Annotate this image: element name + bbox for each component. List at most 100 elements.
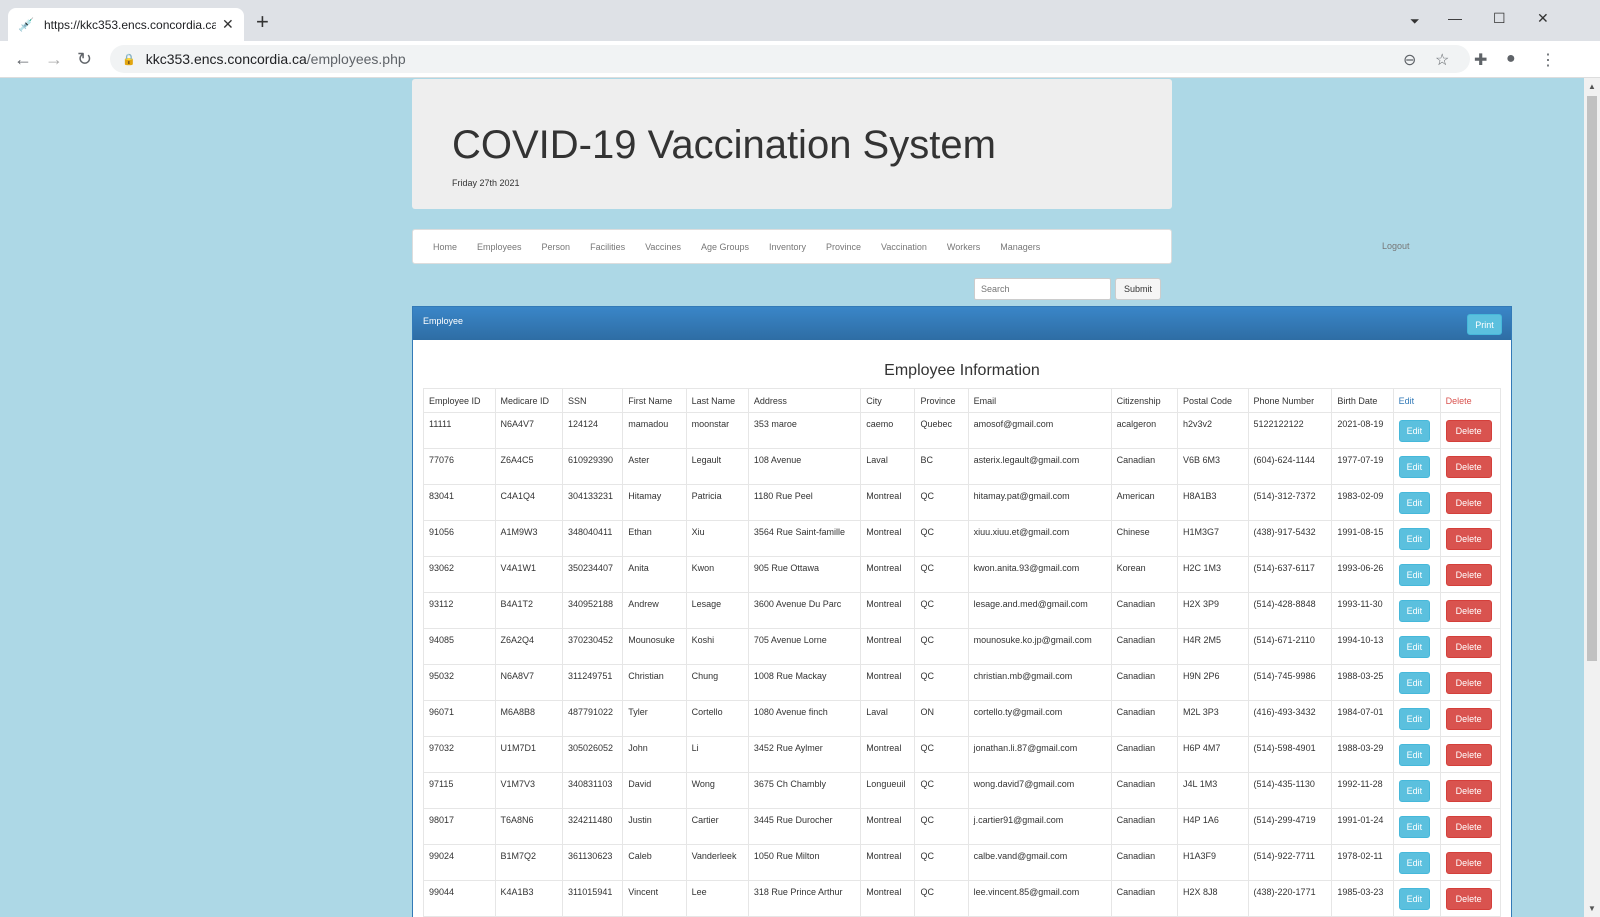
- table-cell: American: [1110, 484, 1179, 521]
- scroll-up-icon[interactable]: ▲: [1588, 82, 1596, 91]
- logout-link[interactable]: Logout: [1382, 241, 1410, 251]
- browser-tab-strip: 💉 https://kkc353.encs.concordia.ca ✕ + ⏷…: [0, 0, 1600, 41]
- nav-workers[interactable]: Workers: [937, 242, 990, 252]
- table-cell: (514)-671-2110: [1247, 628, 1333, 665]
- tab-search-icon[interactable]: ⏷: [1410, 14, 1420, 29]
- delete-button[interactable]: Delete: [1445, 852, 1492, 874]
- delete-button[interactable]: Delete: [1445, 492, 1492, 514]
- table-cell: 3675 Ch Chambly: [747, 772, 862, 809]
- scroll-down-icon[interactable]: ▼: [1588, 904, 1596, 913]
- print-button[interactable]: Print: [1467, 314, 1502, 335]
- new-tab-icon[interactable]: +: [256, 11, 269, 33]
- edit-button[interactable]: Edit: [1398, 636, 1431, 658]
- table-cell: V4A1W1: [494, 556, 563, 593]
- delete-button[interactable]: Delete: [1445, 456, 1492, 478]
- browser-tab[interactable]: 💉 https://kkc353.encs.concordia.ca ✕: [8, 8, 244, 41]
- table-cell: 93112: [423, 592, 496, 629]
- delete-button[interactable]: Delete: [1445, 888, 1492, 910]
- lock-icon[interactable]: 🔒: [122, 53, 136, 66]
- edit-button[interactable]: Edit: [1398, 816, 1431, 838]
- delete-button[interactable]: Delete: [1445, 564, 1492, 586]
- edit-button[interactable]: Edit: [1398, 420, 1431, 442]
- nav-inventory[interactable]: Inventory: [759, 242, 816, 252]
- edit-button[interactable]: Edit: [1398, 708, 1431, 730]
- nav-managers[interactable]: Managers: [990, 242, 1050, 252]
- table-cell: 1978-02-11: [1331, 844, 1394, 881]
- nav-vaccines[interactable]: Vaccines: [635, 242, 691, 252]
- delete-button[interactable]: Delete: [1445, 600, 1492, 622]
- zoom-icon[interactable]: ⊖: [1403, 50, 1416, 70]
- table-cell: Canadian: [1110, 736, 1179, 773]
- extensions-icon[interactable]: ✚: [1474, 50, 1487, 70]
- column-header: Postal Code: [1177, 388, 1249, 413]
- scroll-thumb[interactable]: [1587, 96, 1597, 661]
- edit-button[interactable]: Edit: [1398, 852, 1431, 874]
- delete-button[interactable]: Delete: [1445, 636, 1492, 658]
- edit-button[interactable]: Edit: [1398, 888, 1431, 910]
- table-cell: amosof@gmail.com: [967, 412, 1112, 449]
- edit-button[interactable]: Edit: [1398, 672, 1431, 694]
- menu-icon[interactable]: ⋮: [1540, 50, 1556, 70]
- close-tab-icon[interactable]: ✕: [222, 16, 234, 33]
- nav-vaccination[interactable]: Vaccination: [871, 242, 937, 252]
- url-field[interactable]: 🔒 kkc353.encs.concordia.ca/employees.php: [110, 45, 1470, 73]
- column-header: First Name: [622, 388, 687, 413]
- edit-button[interactable]: Edit: [1398, 744, 1431, 766]
- forward-icon[interactable]: →: [45, 49, 63, 69]
- site-header: COVID-19 Vaccination System Friday 27th …: [412, 79, 1172, 209]
- bookmark-star-icon[interactable]: ☆: [1435, 50, 1449, 70]
- edit-button[interactable]: Edit: [1398, 492, 1431, 514]
- table-cell: Vincent: [622, 880, 687, 917]
- edit-button[interactable]: Edit: [1398, 528, 1431, 550]
- table-cell: Korean: [1110, 556, 1179, 593]
- table-cell: 99024: [423, 844, 496, 881]
- table-cell: QC: [914, 628, 969, 665]
- table-cell: John: [622, 736, 687, 773]
- edit-cell: Edit: [1392, 448, 1441, 485]
- edit-button[interactable]: Edit: [1398, 600, 1431, 622]
- delete-button[interactable]: Delete: [1445, 420, 1492, 442]
- close-window-icon[interactable]: ✕: [1537, 10, 1549, 27]
- maximize-icon[interactable]: ☐: [1493, 10, 1506, 27]
- reload-icon[interactable]: ↻: [77, 49, 92, 69]
- table-cell: 1994-10-13: [1331, 628, 1394, 665]
- profile-icon[interactable]: ●: [1506, 50, 1516, 68]
- edit-button[interactable]: Edit: [1398, 564, 1431, 586]
- nav-home[interactable]: Home: [423, 242, 467, 252]
- table-cell: moonstar: [685, 412, 749, 449]
- nav-age-groups[interactable]: Age Groups: [691, 242, 759, 252]
- table-cell: 93062: [423, 556, 496, 593]
- back-icon[interactable]: ←: [14, 49, 32, 69]
- table-cell: 98017: [423, 808, 496, 845]
- delete-button[interactable]: Delete: [1445, 708, 1492, 730]
- nav-province[interactable]: Province: [816, 242, 871, 252]
- nav-employees[interactable]: Employees: [467, 242, 532, 252]
- submit-button[interactable]: Submit: [1115, 278, 1161, 300]
- table-cell: V1M7V3: [494, 772, 563, 809]
- table-cell: Quebec: [914, 412, 969, 449]
- edit-button[interactable]: Edit: [1398, 456, 1431, 478]
- delete-button[interactable]: Delete: [1445, 672, 1492, 694]
- delete-button[interactable]: Delete: [1445, 816, 1492, 838]
- search-input[interactable]: [974, 278, 1111, 300]
- table-cell: 91056: [423, 520, 496, 557]
- column-header: Email: [967, 388, 1112, 413]
- minimize-icon[interactable]: —: [1448, 10, 1462, 26]
- nav-person[interactable]: Person: [532, 242, 581, 252]
- delete-button[interactable]: Delete: [1445, 744, 1492, 766]
- table-cell: H4P 1A6: [1177, 808, 1249, 845]
- table-cell: Montreal: [860, 520, 916, 557]
- delete-button[interactable]: Delete: [1445, 780, 1492, 802]
- table-cell: 11111: [423, 412, 496, 449]
- table-cell: David: [622, 772, 687, 809]
- delete-button[interactable]: Delete: [1445, 528, 1492, 550]
- column-header: Citizenship: [1110, 388, 1179, 413]
- table-cell: 124124: [561, 412, 624, 449]
- current-date: Friday 27th 2021: [452, 178, 520, 188]
- nav-facilities[interactable]: Facilities: [580, 242, 635, 252]
- table-cell: QC: [914, 808, 969, 845]
- table-cell: 350234407: [561, 556, 624, 593]
- edit-button[interactable]: Edit: [1398, 780, 1431, 802]
- table-cell: QC: [914, 844, 969, 881]
- page-scrollbar[interactable]: ▲ ▼: [1584, 78, 1600, 917]
